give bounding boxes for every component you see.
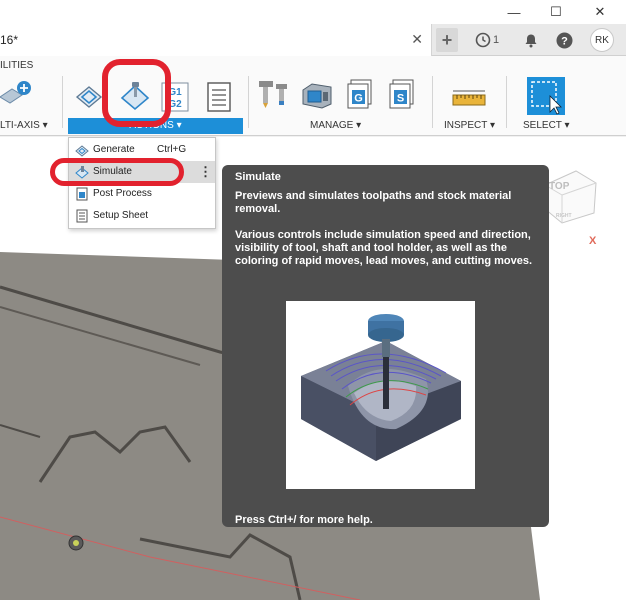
post-process-icon [76,187,88,201]
setup-sheet-tool[interactable] [204,80,234,114]
workspace-tab-label[interactable]: ILITIES [0,60,33,71]
post-g-icon: G [347,79,372,109]
template-s-text: S [397,93,404,105]
window-titlebar: — ☐ ✕ [0,0,626,24]
tooltip-title: Simulate [235,171,281,183]
generate-icon [75,145,89,157]
notifications-button[interactable] [520,28,542,52]
toolbar-ribbon: ILITIES LTI-AXIS ▾ G1 G2 ACTIONS ▾ G S M… [0,56,626,136]
select-box-icon [527,77,565,115]
annotation-oval [50,158,184,186]
viewcube-right-label: RIGHT [556,213,572,219]
machine-library-tool[interactable] [300,78,334,112]
menu-item-label: Setup Sheet [93,210,149,221]
simulation-preview-image [286,301,475,489]
measure-tool[interactable] [452,82,486,116]
bell-icon [525,34,537,47]
inspect-group-label[interactable]: INSPECT ▾ [444,120,495,131]
clock-icon [475,32,491,48]
document-tab-title: 16* [0,33,19,47]
close-window-button[interactable]: ✕ [578,0,622,24]
ribbon-separator [432,76,433,128]
tooltip-detail: Various controls include simulation spee… [235,229,533,267]
menu-item-label: Post Process [93,188,152,199]
template-library-tool[interactable]: S [386,78,420,112]
new-tab-button[interactable]: + [436,28,458,52]
simulate-tooltip: Simulate Previews and simulates toolpath… [222,165,549,527]
document-tabbar: 16* ✕ + 1 ? RK [0,24,626,56]
tool-library-icon [259,81,287,108]
menu-item-setup-sheet[interactable]: Setup Sheet [69,205,215,227]
manage-group-label[interactable]: MANAGE ▾ [310,120,361,131]
help-button[interactable]: ? [553,28,575,52]
tooltip-summary: Previews and simulates toolpaths and sto… [235,190,512,215]
tool-library-tool[interactable] [256,78,290,112]
post-g-text: G [354,93,363,105]
help-icon: ? [556,32,572,48]
ribbon-separator [62,76,63,128]
multi-axis-group-label[interactable]: LTI-AXIS ▾ [0,120,48,131]
multi-axis-icon [0,81,31,104]
job-status-button[interactable]: 1 [472,28,502,52]
document-icon [207,82,231,112]
menu-item-post-process[interactable]: Post Process [69,183,215,205]
minimize-button[interactable]: — [492,0,536,24]
document-tab[interactable]: 16* ✕ [0,24,432,56]
ribbon-separator [506,76,507,128]
job-count: 1 [492,34,500,46]
annotation-ring [102,59,171,127]
select-group-label[interactable]: SELECT ▾ [523,120,570,131]
generate-tool[interactable] [72,78,106,112]
generate-icon [75,86,103,108]
tooltip-help-hint: Press Ctrl+/ for more help. [235,514,373,526]
maximize-button[interactable]: ☐ [534,0,578,24]
menu-item-label: Generate [93,144,135,155]
post-library-tool[interactable]: G [344,78,378,112]
setup-sheet-icon [76,209,88,223]
ruler-icon [452,90,486,106]
multi-axis-tool[interactable] [0,78,34,112]
more-options-icon[interactable]: ⋮ [199,164,212,180]
viewcube-top-label: TOP [549,181,570,192]
user-avatar[interactable]: RK [590,28,614,52]
simulation-illustration [301,314,461,461]
viewcube-x-axis-label: X [589,235,597,247]
menu-item-shortcut: Ctrl+G [157,144,187,155]
ribbon-separator [248,76,249,128]
svg-text:?: ? [561,35,568,47]
template-s-icon: S [389,79,414,109]
select-tool[interactable] [526,76,566,116]
close-tab-icon[interactable]: ✕ [411,31,423,48]
machine-icon [302,83,332,109]
